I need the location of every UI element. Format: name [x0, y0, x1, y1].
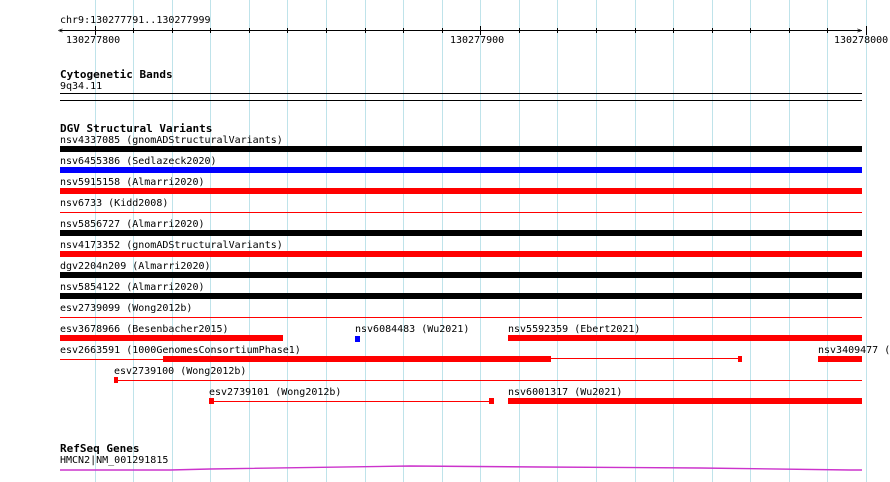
variant-bar-nsv3409477[interactable] [818, 356, 862, 362]
variant-block-nsv6084483[interactable] [355, 336, 360, 342]
ruler-minor-tick [403, 28, 404, 33]
cytoband-bar[interactable] [60, 93, 862, 94]
ruler-left-arrow: < [58, 26, 63, 35]
variant-line-esv2739101[interactable] [214, 401, 489, 402]
variant-bar-nsv6001317[interactable] [508, 398, 862, 404]
ruler-major-tick [95, 26, 96, 35]
grid-line [442, 0, 443, 482]
variant-bar-nsv6455386[interactable] [60, 167, 862, 173]
grid-line [326, 0, 327, 482]
cytoband-label: 9q34.11 [60, 81, 103, 92]
ruler-minor-tick [557, 28, 558, 33]
ruler-minor-tick [750, 28, 751, 33]
feature-label[interactable]: nsv6084483 (Wu2021) [355, 324, 469, 336]
ruler-minor-tick [596, 28, 597, 33]
feature-label[interactable]: nsv6733 (Kidd2008) [60, 198, 168, 210]
feature-label[interactable]: esv2739099 (Wong2012b) [60, 303, 192, 315]
ruler-minor-tick [789, 28, 790, 33]
variant-bar-nsv5854122[interactable] [60, 293, 862, 299]
grid-line [750, 0, 751, 482]
variant-line-esv2739100[interactable] [118, 380, 862, 381]
variant-line-esv2663591-link[interactable] [551, 358, 739, 359]
variant-block-esv2663591-end[interactable] [738, 356, 742, 362]
cytoband-track-title[interactable]: Cytogenetic Bands [60, 68, 173, 81]
grid-line [403, 0, 404, 482]
grid-line [519, 0, 520, 482]
grid-line [866, 0, 867, 482]
grid-line [635, 0, 636, 482]
ruler-minor-tick [210, 28, 211, 33]
variant-line-esv2663591-left[interactable] [60, 359, 163, 360]
dgv-track-title[interactable]: DGV Structural Variants [60, 122, 212, 135]
ruler-major-tick [480, 26, 481, 35]
grid-line [287, 0, 288, 482]
ruler-major-tick [866, 26, 867, 35]
ruler-minor-tick [442, 28, 443, 33]
ruler-minor-tick [635, 28, 636, 33]
grid-line [827, 0, 828, 482]
ruler-tick-label-2: 130277900 [450, 35, 505, 46]
variant-bar-dgv2204n209[interactable] [60, 272, 862, 278]
ruler-minor-tick [172, 28, 173, 33]
refseq-track-title[interactable]: RefSeq Genes [60, 442, 139, 455]
ruler-minor-tick [827, 28, 828, 33]
gene-coverage-line[interactable] [60, 464, 862, 474]
ruler-minor-tick [365, 28, 366, 33]
variant-bar-nsv4173352[interactable] [60, 251, 862, 257]
grid-line [712, 0, 713, 482]
ruler-axis [60, 30, 862, 31]
feature-label[interactable]: esv2739100 (Wong2012b) [114, 366, 246, 378]
variant-bar-nsv5915158[interactable] [60, 188, 862, 194]
variant-bar-nsv5856727[interactable] [60, 230, 862, 236]
ruler-minor-tick [519, 28, 520, 33]
ruler-minor-tick [712, 28, 713, 33]
ruler-tick-label-3: 130278000 [834, 35, 889, 46]
grid-line [365, 0, 366, 482]
ruler-minor-tick [326, 28, 327, 33]
feature-label[interactable]: esv2739101 (Wong2012b) [209, 387, 341, 399]
grid-line [480, 0, 481, 482]
variant-bar-esv2663591[interactable] [163, 356, 551, 362]
grid-line [557, 0, 558, 482]
variant-block-esv2739101-end[interactable] [489, 398, 494, 404]
track-separator [60, 100, 862, 101]
variant-bar-esv3678966[interactable] [60, 335, 283, 341]
ruler-minor-tick [133, 28, 134, 33]
grid-line [789, 0, 790, 482]
grid-line [596, 0, 597, 482]
variant-bar-nsv4337085[interactable] [60, 146, 862, 152]
variant-line-esv2739099[interactable] [60, 317, 862, 318]
variant-bar-nsv5592359[interactable] [508, 335, 862, 341]
location-label: chr9:130277791..130277999 [60, 15, 211, 26]
variant-line-nsv6733[interactable] [60, 212, 862, 213]
ruler-minor-tick [287, 28, 288, 33]
ruler-minor-tick [249, 28, 250, 33]
ruler-tick-label-1: 130277800 [66, 35, 121, 46]
ruler-minor-tick [673, 28, 674, 33]
grid-line [673, 0, 674, 482]
